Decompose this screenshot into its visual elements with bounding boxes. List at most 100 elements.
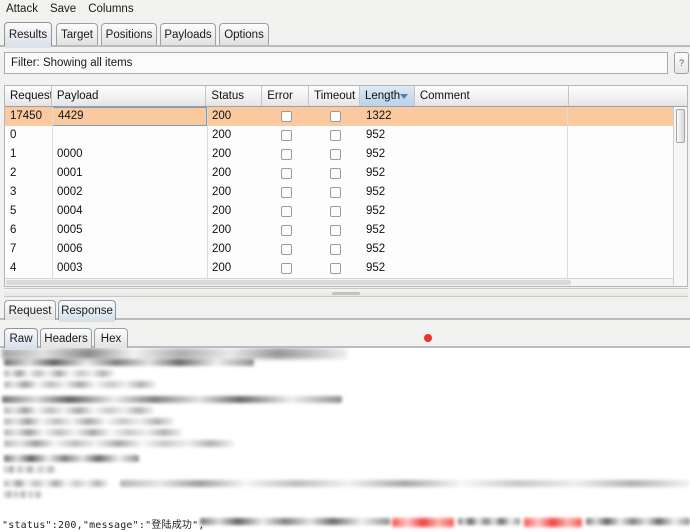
cell-length: 952 bbox=[366, 205, 386, 217]
cell-status: 200 bbox=[212, 205, 232, 217]
timeout-checkbox[interactable] bbox=[330, 130, 341, 141]
redacted-text-line bbox=[4, 466, 56, 473]
menu-attack[interactable]: Attack bbox=[6, 0, 46, 19]
cell-request: 17450 bbox=[10, 110, 42, 122]
redacted-text-line bbox=[4, 480, 108, 487]
redacted-text-line bbox=[4, 418, 174, 425]
tab-target[interactable]: Target bbox=[56, 23, 98, 45]
column-header-status[interactable]: Status bbox=[206, 86, 263, 106]
panel-splitter[interactable] bbox=[4, 288, 688, 297]
cell-length: 1322 bbox=[366, 110, 392, 122]
cell-timeout bbox=[310, 202, 361, 221]
error-checkbox[interactable] bbox=[281, 130, 292, 141]
timeout-checkbox[interactable] bbox=[330, 149, 341, 160]
cell-request: 3 bbox=[10, 186, 17, 198]
table-row[interactable]: 3 0002 200 952 bbox=[5, 183, 687, 202]
help-icon[interactable]: ? bbox=[674, 52, 689, 74]
cell-request: 6 bbox=[10, 224, 17, 236]
error-checkbox[interactable] bbox=[281, 187, 292, 198]
filter-bar[interactable]: Filter: Showing all items bbox=[4, 52, 668, 74]
scrollbar-thumb[interactable] bbox=[6, 280, 571, 285]
cell-error bbox=[263, 164, 310, 183]
scrollbar-thumb[interactable] bbox=[676, 109, 685, 143]
cell-payload: 0005 bbox=[57, 224, 83, 236]
cell-error bbox=[263, 259, 310, 278]
column-header-timeout[interactable]: Timeout bbox=[309, 86, 360, 106]
column-divider bbox=[567, 107, 568, 286]
error-checkbox[interactable] bbox=[281, 225, 292, 236]
cell-length: 952 bbox=[366, 262, 386, 274]
menu-save[interactable]: Save bbox=[50, 0, 84, 19]
table-horizontal-scrollbar[interactable] bbox=[5, 278, 673, 286]
table-vertical-scrollbar[interactable] bbox=[673, 107, 687, 286]
timeout-checkbox[interactable] bbox=[330, 263, 341, 274]
cell-error bbox=[263, 145, 310, 164]
redacted-text-line bbox=[4, 370, 114, 377]
cell-request: 1 bbox=[10, 148, 17, 160]
cell-comment bbox=[416, 221, 571, 240]
cell-request: 0 bbox=[10, 129, 17, 141]
splitter-grip[interactable] bbox=[332, 292, 360, 295]
redacted-text-line bbox=[120, 480, 690, 487]
redacted-text-line bbox=[4, 381, 156, 388]
cell-timeout bbox=[310, 221, 361, 240]
table-row[interactable]: 17450 4429 200 1322 bbox=[5, 107, 687, 126]
cell-request: 4 bbox=[10, 262, 17, 274]
tab-strip-baseline bbox=[0, 45, 690, 47]
error-checkbox[interactable] bbox=[281, 244, 292, 255]
timeout-checkbox[interactable] bbox=[330, 206, 341, 217]
table-row[interactable]: 0 200 952 bbox=[5, 126, 687, 145]
cell-error bbox=[263, 126, 310, 145]
cell-payload: 0006 bbox=[57, 243, 83, 255]
column-header-error[interactable]: Error bbox=[262, 86, 310, 106]
cell-payload: 0002 bbox=[57, 186, 83, 198]
tab-request[interactable]: Request bbox=[4, 300, 56, 320]
cell-payload: 0004 bbox=[57, 205, 83, 217]
column-header-length[interactable]: Length bbox=[359, 86, 415, 106]
tab-response[interactable]: Response bbox=[58, 300, 116, 322]
timeout-checkbox[interactable] bbox=[330, 225, 341, 236]
table-row[interactable]: 5 0004 200 952 bbox=[5, 202, 687, 221]
tab-raw[interactable]: Raw bbox=[4, 328, 38, 350]
tab-options[interactable]: Options bbox=[219, 23, 269, 45]
error-checkbox[interactable] bbox=[281, 168, 292, 179]
tab-payloads[interactable]: Payloads bbox=[160, 23, 216, 45]
cell-length: 952 bbox=[366, 129, 386, 141]
table-row[interactable]: 4 0003 200 952 bbox=[5, 259, 687, 278]
timeout-checkbox[interactable] bbox=[330, 244, 341, 255]
table-row[interactable]: 2 0001 200 952 bbox=[5, 164, 687, 183]
error-checkbox[interactable] bbox=[281, 149, 292, 160]
cell-comment bbox=[416, 202, 571, 221]
error-checkbox[interactable] bbox=[281, 263, 292, 274]
cell-error bbox=[263, 107, 310, 126]
cell-comment bbox=[416, 259, 571, 278]
column-header-payload[interactable]: Payload bbox=[52, 86, 207, 106]
redacted-highlight-match bbox=[524, 518, 582, 527]
table-row[interactable]: 6 0005 200 952 bbox=[5, 221, 687, 240]
tab-results[interactable]: Results bbox=[4, 22, 52, 48]
column-header-request[interactable]: Request bbox=[5, 86, 52, 106]
error-checkbox[interactable] bbox=[281, 206, 292, 217]
results-table: Request Payload Status Error Timeout Len… bbox=[4, 85, 688, 287]
error-checkbox[interactable] bbox=[281, 111, 292, 122]
timeout-checkbox[interactable] bbox=[330, 111, 341, 122]
tab-headers[interactable]: Headers bbox=[40, 328, 92, 348]
column-divider bbox=[207, 107, 208, 286]
response-body-viewer[interactable]: "status":200,"message":"登陆成功", FREEBUF bbox=[0, 348, 690, 532]
menu-columns[interactable]: Columns bbox=[88, 0, 141, 19]
tab-positions[interactable]: Positions bbox=[101, 23, 157, 45]
cell-comment bbox=[416, 183, 571, 202]
column-header-comment[interactable]: Comment bbox=[415, 86, 570, 106]
redacted-text-line bbox=[4, 440, 234, 447]
timeout-checkbox[interactable] bbox=[330, 168, 341, 179]
timeout-checkbox[interactable] bbox=[330, 187, 341, 198]
redacted-text-line bbox=[2, 348, 347, 359]
cell-status: 200 bbox=[212, 129, 232, 141]
tab-hex[interactable]: Hex bbox=[94, 328, 128, 348]
cell-status: 200 bbox=[212, 167, 232, 179]
cell-comment bbox=[416, 164, 571, 183]
sort-descending-icon bbox=[399, 94, 408, 99]
table-row[interactable]: 1 0000 200 952 bbox=[5, 145, 687, 164]
table-row[interactable]: 7 0006 200 952 bbox=[5, 240, 687, 259]
redacted-text-line bbox=[4, 491, 42, 498]
